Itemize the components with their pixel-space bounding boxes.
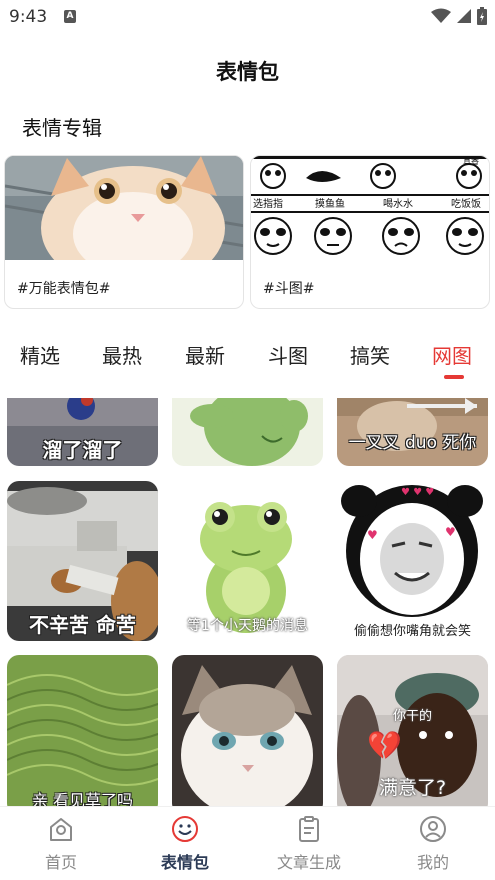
meme-grid: 溜了溜了 一叉叉 duo 死你 不辛苦 命苦 等1个小天鹅的消息 ♥ ♥ ♥ ♥… xyxy=(0,398,495,806)
album-label: #斗图# xyxy=(263,281,315,297)
meme-tile[interactable] xyxy=(172,398,323,466)
nav-label: 我的 xyxy=(416,853,449,872)
svg-text:♥: ♥ xyxy=(445,525,456,539)
strip-label: 摸鱼鱼 xyxy=(315,197,345,210)
status-bar: 9:43 A xyxy=(0,0,495,34)
meme-tile[interactable] xyxy=(172,655,323,806)
broken-heart-icon: 💔 xyxy=(367,729,402,762)
notification-icon: A xyxy=(64,10,76,23)
document-icon xyxy=(299,816,319,842)
status-icons xyxy=(431,7,487,25)
meme-tile[interactable]: 你干的 💔 满意了? xyxy=(337,655,488,806)
meme-tile[interactable]: 不辛苦 命苦 xyxy=(7,481,158,641)
meme-tile[interactable]: ♥ ♥ ♥ ♥ ♥ 偷偷想你嘴角就会笑 xyxy=(337,481,488,641)
tab-web-images[interactable]: 网图 xyxy=(432,340,472,369)
tab-hottest[interactable]: 最热 xyxy=(102,340,142,369)
album-label: #万能表情包# xyxy=(17,281,111,297)
meme-caption: 亲 看见草了吗 xyxy=(31,791,134,806)
tab-newest[interactable]: 最新 xyxy=(185,340,225,369)
nav-article-generator[interactable]: 文章生成 xyxy=(254,815,364,873)
category-tabs: 精选 最热 最新 斗图 搞笑 网图 xyxy=(0,340,495,380)
meme-tile[interactable]: 等1个小天鹅的消息 xyxy=(172,481,323,641)
user-icon xyxy=(420,816,446,842)
nav-label: 首页 xyxy=(44,853,77,872)
bottom-navigation: 首页 表情包 文章生成 我的 xyxy=(0,806,495,880)
wifi-icon xyxy=(431,8,451,23)
album-card-universal[interactable]: #万能表情包# xyxy=(4,155,244,309)
svg-text:♥: ♥ xyxy=(367,528,378,542)
app-screen: 9:43 A 表情包 表情专辑 #万能表情包# 选指指 摸鱼鱼 喝水水 吃饭饭 … xyxy=(0,0,495,880)
battery-icon xyxy=(477,7,487,25)
nav-profile[interactable]: 我的 xyxy=(378,815,488,873)
meme-tile[interactable]: 溜了溜了 xyxy=(7,398,158,466)
status-time: 9:43 xyxy=(9,7,48,27)
nav-label: 文章生成 xyxy=(276,853,341,872)
strip-label: 选指指 xyxy=(253,197,283,210)
meme-caption: 偷偷想你嘴角就会笑 xyxy=(353,624,471,639)
albums-section-title: 表情专辑 xyxy=(22,116,102,140)
strip-label: 喝水水 xyxy=(383,198,413,210)
tab-featured[interactable]: 精选 xyxy=(20,340,60,369)
meme-caption: 满意了? xyxy=(378,777,447,799)
strip-label: 真香 xyxy=(463,156,479,166)
meme-caption: 不辛苦 命苦 xyxy=(29,613,136,637)
meme-tile[interactable]: 亲 看见草了吗 xyxy=(7,655,158,806)
meme-tile[interactable]: 一叉叉 duo 死你 xyxy=(337,398,488,466)
home-icon xyxy=(50,818,72,841)
album-cover-cat xyxy=(5,156,243,260)
nav-home[interactable]: 首页 xyxy=(6,815,116,873)
tab-doutu[interactable]: 斗图 xyxy=(268,340,308,369)
signal-icon xyxy=(457,9,471,23)
strip-label: 吃饭饭 xyxy=(451,197,481,210)
meme-caption: 等1个小天鹅的消息 xyxy=(187,618,308,634)
album-card-doutu[interactable]: 选指指 摸鱼鱼 喝水水 吃饭饭 真香 #斗图# xyxy=(250,155,490,309)
album-cover-panda-strip: 选指指 摸鱼鱼 喝水水 吃饭饭 真香 xyxy=(251,156,489,260)
meme-caption: 一叉叉 duo 死你 xyxy=(348,433,477,453)
meme-caption: 溜了溜了 xyxy=(42,438,123,462)
tab-funny[interactable]: 搞笑 xyxy=(350,340,390,369)
active-tab-indicator xyxy=(444,375,464,379)
smile-icon xyxy=(172,816,198,842)
nav-stickers[interactable]: 表情包 xyxy=(130,815,240,873)
svg-text:♥ ♥ ♥: ♥ ♥ ♥ xyxy=(401,487,434,498)
meme-sub-caption: 你干的 xyxy=(392,709,432,724)
page-title: 表情包 xyxy=(216,60,279,84)
nav-label: 表情包 xyxy=(160,853,209,872)
